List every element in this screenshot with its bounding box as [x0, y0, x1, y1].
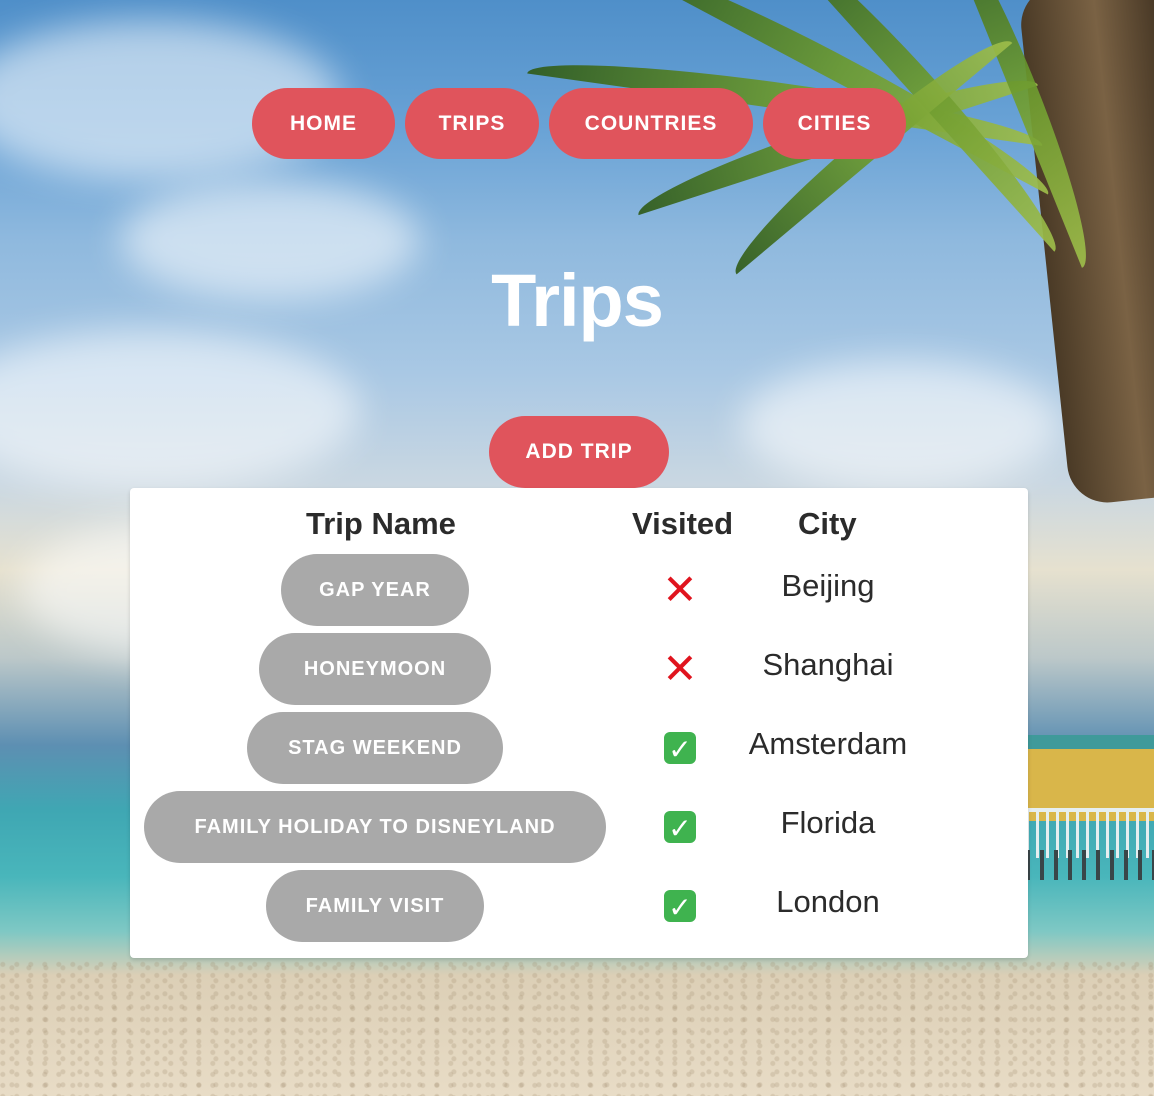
- nav-countries-button[interactable]: COUNTRIES: [549, 88, 753, 159]
- column-header-visited: Visited: [632, 506, 734, 541]
- table-row: FAMILY HOLIDAY TO DISNEYLAND ✓ Florida: [130, 791, 1028, 863]
- main-nav: HOME TRIPS COUNTRIES CITIES: [252, 88, 906, 159]
- check-mark-icon: ✓: [664, 811, 696, 845]
- nav-cities-button[interactable]: CITIES: [763, 88, 906, 159]
- trip-button-honeymoon[interactable]: HONEYMOON: [259, 633, 491, 705]
- cross-mark-icon: ✕: [662, 644, 698, 693]
- trip-button-family-visit[interactable]: FAMILY VISIT: [266, 870, 484, 942]
- table-row: HONEYMOON ✕ Shanghai: [130, 633, 1028, 705]
- trip-button-stag-weekend[interactable]: STAG WEEKEND: [247, 712, 503, 784]
- cloud: [740, 360, 1060, 490]
- city-cell: Beijing: [781, 568, 875, 603]
- city-cell: Amsterdam: [748, 726, 908, 761]
- column-header-trip-name: Trip Name: [306, 506, 456, 541]
- beach-background: HOME TRIPS COUNTRIES CITIES Trips ADD TR…: [0, 0, 1154, 1096]
- page-title: Trips: [491, 259, 664, 342]
- city-cell: London: [776, 884, 880, 919]
- cross-mark-icon: ✕: [662, 565, 698, 614]
- trips-table: Trip Name Visited City GAP YEAR ✕ Beijin…: [130, 488, 1028, 958]
- check-mark-icon: ✓: [664, 890, 696, 924]
- trip-button-family-holiday[interactable]: FAMILY HOLIDAY TO DISNEYLAND: [144, 791, 606, 863]
- table-row: FAMILY VISIT ✓ London: [130, 870, 1028, 942]
- column-header-city: City: [798, 506, 857, 541]
- add-trip-button[interactable]: ADD TRIP: [489, 416, 669, 488]
- table-row: STAG WEEKEND ✓ Amsterdam: [130, 712, 1028, 784]
- sand-texture: [0, 960, 1154, 1096]
- trip-button-gap-year[interactable]: GAP YEAR: [281, 554, 469, 626]
- nav-trips-button[interactable]: TRIPS: [405, 88, 539, 159]
- check-mark-icon: ✓: [664, 732, 696, 766]
- pier-legs: [1026, 850, 1154, 880]
- table-row: GAP YEAR ✕ Beijing: [130, 554, 1028, 626]
- nav-home-button[interactable]: HOME: [252, 88, 395, 159]
- city-cell: Florida: [780, 805, 876, 840]
- city-cell: Shanghai: [762, 647, 894, 682]
- cloud: [0, 330, 360, 490]
